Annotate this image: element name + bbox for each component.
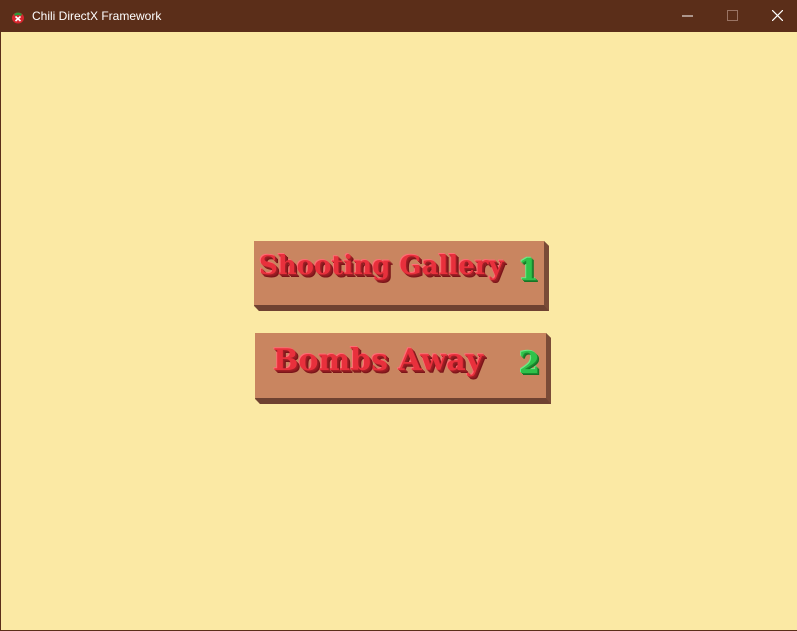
close-button[interactable] [755,0,797,32]
close-icon [772,10,783,21]
menu-option-shooting-gallery[interactable]: Shooting Gallery 1 [254,239,549,311]
menu-option-bombs-away[interactable]: Bombs Away 2 [255,331,551,404]
title-bar[interactable]: Chili DirectX Framework [1,0,797,32]
chili-app-icon [11,9,25,24]
menu-option-label: Bombs Away [273,343,484,378]
minimize-button[interactable] [665,0,710,32]
menu-option-number: 2 [519,346,540,381]
maximize-icon [727,10,738,21]
window-title: Chili DirectX Framework [32,9,162,23]
minimize-icon [682,15,693,17]
game-window: Chili DirectX Framework Shooting Gallery… [0,0,797,631]
maximize-button[interactable] [710,0,755,32]
menu-option-number: 1 [518,253,539,288]
menu-option-label: Shooting Gallery [259,251,504,281]
